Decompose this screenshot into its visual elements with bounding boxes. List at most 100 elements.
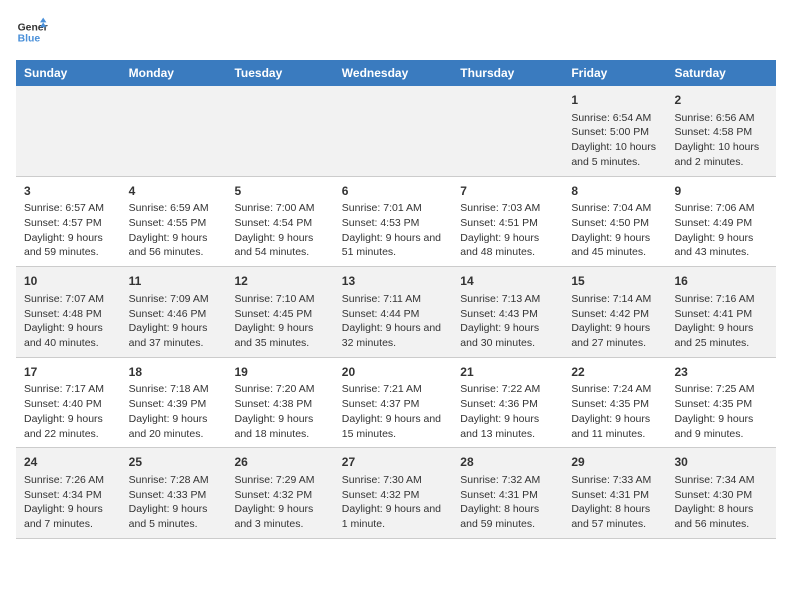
day-info-line: Daylight: 8 hours and 57 minutes. <box>571 502 658 531</box>
day-info-line: Sunrise: 7:17 AM <box>24 382 113 397</box>
day-cell: 8Sunrise: 7:04 AMSunset: 4:50 PMDaylight… <box>563 176 666 267</box>
day-info-line: Sunrise: 7:20 AM <box>234 382 325 397</box>
day-number: 4 <box>129 183 219 200</box>
day-number: 6 <box>342 183 445 200</box>
day-info-line: Sunset: 5:00 PM <box>571 125 658 140</box>
day-info-line: Sunset: 4:45 PM <box>234 307 325 322</box>
day-number: 17 <box>24 364 113 381</box>
col-header-sunday: Sunday <box>16 60 121 86</box>
day-number: 21 <box>460 364 555 381</box>
day-info-line: Daylight: 9 hours and 11 minutes. <box>571 412 658 441</box>
day-info-line: Daylight: 9 hours and 54 minutes. <box>234 231 325 260</box>
day-number: 7 <box>460 183 555 200</box>
day-cell: 12Sunrise: 7:10 AMSunset: 4:45 PMDayligh… <box>226 267 333 358</box>
day-info-line: Daylight: 8 hours and 59 minutes. <box>460 502 555 531</box>
week-row-5: 24Sunrise: 7:26 AMSunset: 4:34 PMDayligh… <box>16 448 776 539</box>
day-info-line: Sunrise: 7:22 AM <box>460 382 555 397</box>
day-cell <box>452 86 563 176</box>
day-cell: 14Sunrise: 7:13 AMSunset: 4:43 PMDayligh… <box>452 267 563 358</box>
day-info-line: Sunrise: 7:25 AM <box>675 382 769 397</box>
day-info-line: Sunrise: 7:30 AM <box>342 473 445 488</box>
day-info-line: Daylight: 9 hours and 3 minutes. <box>234 502 325 531</box>
day-info-line: Sunrise: 7:26 AM <box>24 473 113 488</box>
day-info-line: Sunrise: 7:04 AM <box>571 201 658 216</box>
day-info-line: Daylight: 9 hours and 20 minutes. <box>129 412 219 441</box>
week-row-4: 17Sunrise: 7:17 AMSunset: 4:40 PMDayligh… <box>16 357 776 448</box>
day-info-line: Sunrise: 7:28 AM <box>129 473 219 488</box>
day-cell: 19Sunrise: 7:20 AMSunset: 4:38 PMDayligh… <box>226 357 333 448</box>
day-info-line: Daylight: 9 hours and 1 minute. <box>342 502 445 531</box>
day-info-line: Sunrise: 7:01 AM <box>342 201 445 216</box>
day-cell: 5Sunrise: 7:00 AMSunset: 4:54 PMDaylight… <box>226 176 333 267</box>
day-cell: 2Sunrise: 6:56 AMSunset: 4:58 PMDaylight… <box>667 86 777 176</box>
day-info-line: Daylight: 9 hours and 45 minutes. <box>571 231 658 260</box>
day-info-line: Daylight: 9 hours and 35 minutes. <box>234 321 325 350</box>
day-info-line: Sunset: 4:36 PM <box>460 397 555 412</box>
day-number: 10 <box>24 273 113 290</box>
day-info-line: Daylight: 9 hours and 43 minutes. <box>675 231 769 260</box>
day-info-line: Sunset: 4:57 PM <box>24 216 113 231</box>
day-info-line: Sunset: 4:32 PM <box>234 488 325 503</box>
day-info-line: Sunset: 4:54 PM <box>234 216 325 231</box>
day-info-line: Sunrise: 7:06 AM <box>675 201 769 216</box>
day-number: 2 <box>675 92 769 109</box>
day-info-line: Daylight: 9 hours and 13 minutes. <box>460 412 555 441</box>
day-info-line: Daylight: 9 hours and 48 minutes. <box>460 231 555 260</box>
day-info-line: Daylight: 9 hours and 18 minutes. <box>234 412 325 441</box>
day-cell <box>226 86 333 176</box>
day-info-line: Daylight: 9 hours and 7 minutes. <box>24 502 113 531</box>
header-row: SundayMondayTuesdayWednesdayThursdayFrid… <box>16 60 776 86</box>
day-info-line: Sunrise: 7:00 AM <box>234 201 325 216</box>
col-header-wednesday: Wednesday <box>334 60 453 86</box>
day-info-line: Daylight: 9 hours and 27 minutes. <box>571 321 658 350</box>
day-info-line: Sunrise: 7:14 AM <box>571 292 658 307</box>
col-header-monday: Monday <box>121 60 227 86</box>
day-info-line: Sunset: 4:55 PM <box>129 216 219 231</box>
day-cell: 24Sunrise: 7:26 AMSunset: 4:34 PMDayligh… <box>16 448 121 539</box>
day-info-line: Sunset: 4:30 PM <box>675 488 769 503</box>
day-number: 22 <box>571 364 658 381</box>
day-info-line: Sunset: 4:44 PM <box>342 307 445 322</box>
day-info-line: Sunset: 4:48 PM <box>24 307 113 322</box>
day-info-line: Sunset: 4:50 PM <box>571 216 658 231</box>
day-info-line: Sunset: 4:31 PM <box>571 488 658 503</box>
day-cell: 4Sunrise: 6:59 AMSunset: 4:55 PMDaylight… <box>121 176 227 267</box>
col-header-thursday: Thursday <box>452 60 563 86</box>
day-info-line: Daylight: 9 hours and 40 minutes. <box>24 321 113 350</box>
day-cell: 20Sunrise: 7:21 AMSunset: 4:37 PMDayligh… <box>334 357 453 448</box>
day-cell: 16Sunrise: 7:16 AMSunset: 4:41 PMDayligh… <box>667 267 777 358</box>
day-number: 13 <box>342 273 445 290</box>
day-info-line: Sunset: 4:43 PM <box>460 307 555 322</box>
day-info-line: Sunset: 4:32 PM <box>342 488 445 503</box>
day-info-line: Sunset: 4:42 PM <box>571 307 658 322</box>
day-info-line: Sunrise: 7:03 AM <box>460 201 555 216</box>
day-number: 16 <box>675 273 769 290</box>
day-info-line: Sunset: 4:39 PM <box>129 397 219 412</box>
day-info-line: Daylight: 9 hours and 9 minutes. <box>675 412 769 441</box>
day-info-line: Sunrise: 7:09 AM <box>129 292 219 307</box>
day-info-line: Sunset: 4:40 PM <box>24 397 113 412</box>
header: General Blue <box>16 16 776 48</box>
day-cell <box>334 86 453 176</box>
day-cell: 22Sunrise: 7:24 AMSunset: 4:35 PMDayligh… <box>563 357 666 448</box>
day-cell <box>16 86 121 176</box>
day-number: 9 <box>675 183 769 200</box>
day-cell: 28Sunrise: 7:32 AMSunset: 4:31 PMDayligh… <box>452 448 563 539</box>
week-row-3: 10Sunrise: 7:07 AMSunset: 4:48 PMDayligh… <box>16 267 776 358</box>
day-info-line: Sunrise: 7:18 AM <box>129 382 219 397</box>
day-info-line: Sunrise: 7:32 AM <box>460 473 555 488</box>
day-number: 26 <box>234 454 325 471</box>
day-number: 27 <box>342 454 445 471</box>
day-number: 12 <box>234 273 325 290</box>
day-cell: 21Sunrise: 7:22 AMSunset: 4:36 PMDayligh… <box>452 357 563 448</box>
day-cell: 10Sunrise: 7:07 AMSunset: 4:48 PMDayligh… <box>16 267 121 358</box>
day-info-line: Sunrise: 7:34 AM <box>675 473 769 488</box>
day-info-line: Daylight: 9 hours and 22 minutes. <box>24 412 113 441</box>
day-number: 28 <box>460 454 555 471</box>
day-cell: 25Sunrise: 7:28 AMSunset: 4:33 PMDayligh… <box>121 448 227 539</box>
day-cell: 6Sunrise: 7:01 AMSunset: 4:53 PMDaylight… <box>334 176 453 267</box>
day-info-line: Sunrise: 6:54 AM <box>571 111 658 126</box>
day-info-line: Sunrise: 7:11 AM <box>342 292 445 307</box>
day-number: 24 <box>24 454 113 471</box>
day-info-line: Daylight: 10 hours and 5 minutes. <box>571 140 658 169</box>
